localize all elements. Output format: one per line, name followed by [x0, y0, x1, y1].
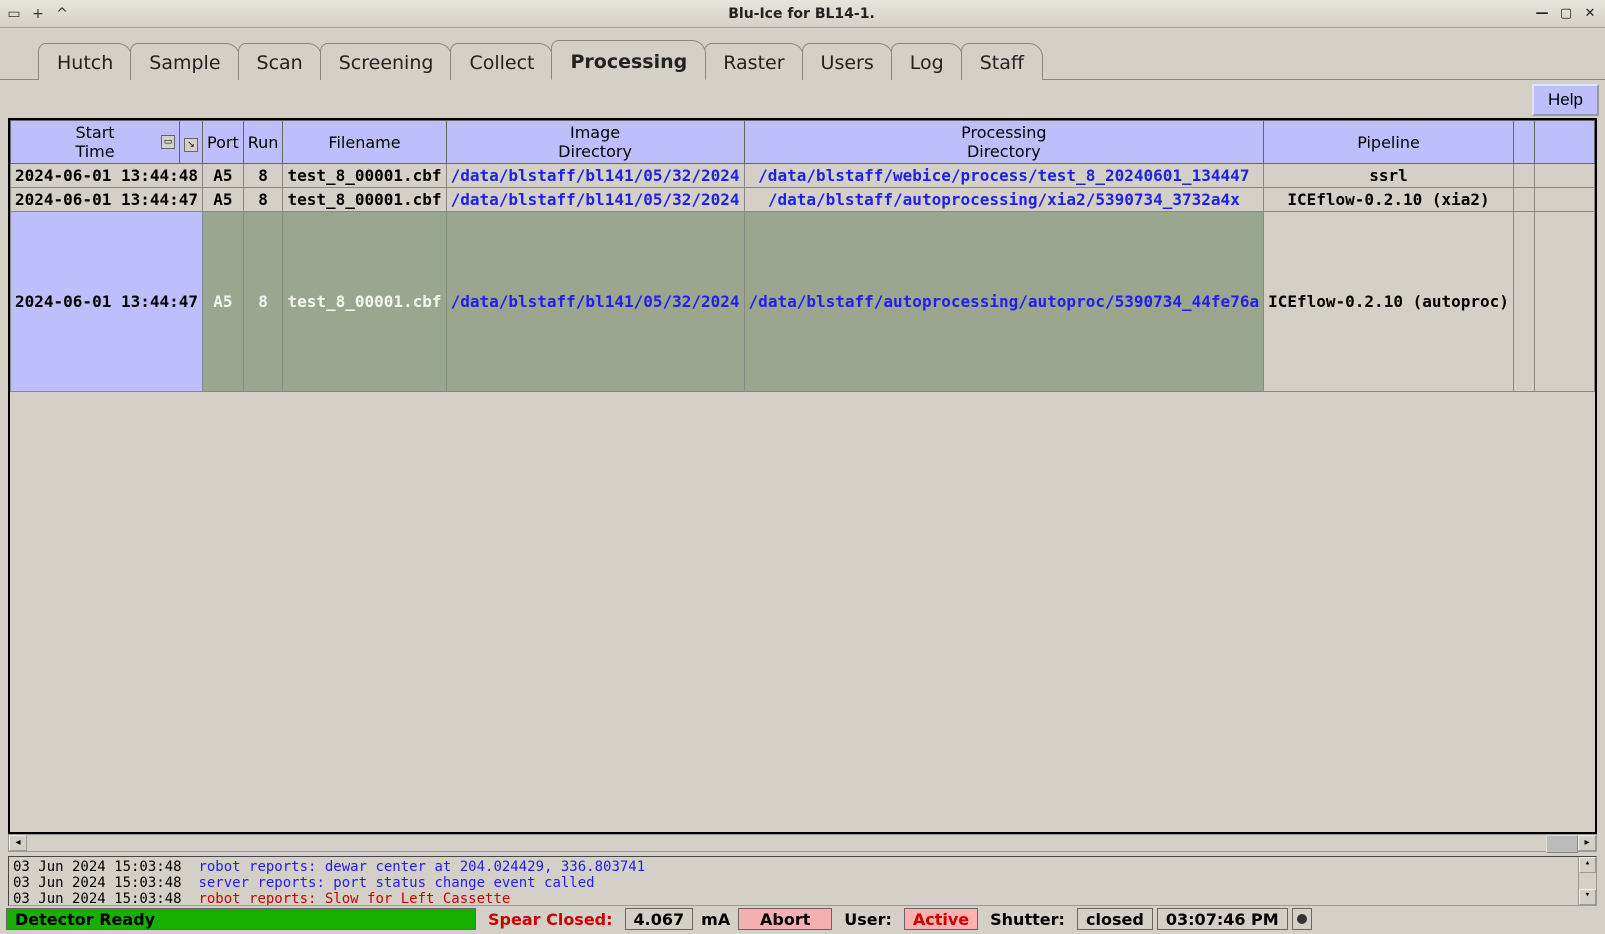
cell-pipeline: ssrl	[1264, 164, 1514, 188]
processing-table-container: Start Time ▭ ↘ Port Run Filename Image D…	[8, 118, 1597, 834]
statusbar: Detector Ready Spear Closed: 4.067 mA Ab…	[0, 908, 1605, 934]
col-pipeline[interactable]: Pipeline	[1264, 121, 1514, 164]
table-row-selected[interactable]: 2024-06-01 13:44:47 A5 8 test_8_00001.cb…	[11, 212, 1595, 392]
cell-port: A5	[203, 164, 244, 188]
tabstrip: Hutch Sample Scan Screening Collect Proc…	[0, 28, 1605, 80]
tab-processing[interactable]: Processing	[551, 40, 706, 80]
maximize-icon[interactable]: ▢	[1557, 6, 1575, 22]
close-icon[interactable]: ✕	[1581, 6, 1599, 22]
table-row[interactable]: 2024-06-01 13:44:47 A5 8 test_8_00001.cb…	[11, 188, 1595, 212]
cell-start: 2024-06-01 13:44:47	[11, 212, 203, 392]
window-title: Blu-Ice for BL14-1.	[70, 6, 1533, 22]
cell-run: 8	[243, 212, 283, 392]
sort-desc-icon[interactable]: ↘	[184, 138, 198, 152]
col-proc-dir[interactable]: Processing Directory	[744, 121, 1264, 164]
tab-users[interactable]: Users	[802, 43, 893, 80]
scroll-up-icon[interactable]: ▴	[1579, 857, 1596, 873]
detector-status: Detector Ready	[6, 908, 476, 930]
log-line: 03 Jun 2024 15:03:48 robot reports: dewa…	[13, 859, 1592, 875]
sort-toggle-icon[interactable]: ▭	[161, 135, 175, 149]
help-button[interactable]: Help	[1532, 84, 1599, 116]
caret-up-icon[interactable]: ^	[54, 6, 70, 22]
shutter-label: Shutter:	[982, 908, 1073, 930]
tab-collect[interactable]: Collect	[450, 43, 553, 80]
cell-port: A5	[203, 212, 244, 392]
cell-filename: test_8_00001.cbf	[283, 212, 446, 392]
cell-extra2	[1535, 188, 1595, 212]
spear-label: Spear Closed:	[480, 908, 621, 930]
col-extra2	[1535, 121, 1595, 164]
col-image-dir[interactable]: Image Directory	[446, 121, 744, 164]
cell-pipeline: ICEflow-0.2.10 (autoproc)	[1264, 212, 1514, 392]
processing-table: Start Time ▭ ↘ Port Run Filename Image D…	[10, 120, 1595, 392]
log-scrollbar[interactable]: ▴ ▾	[1578, 857, 1596, 905]
cell-extra2	[1535, 164, 1595, 188]
cell-run: 8	[243, 188, 283, 212]
spear-unit: mA	[697, 908, 734, 930]
cell-proc-dir[interactable]: /data/blstaff/autoprocessing/xia2/539073…	[744, 188, 1264, 212]
scroll-right-icon[interactable]: ▸	[1578, 835, 1596, 851]
cell-image-dir[interactable]: /data/blstaff/bl141/05/32/2024	[446, 188, 744, 212]
clock: 03:07:46 PM	[1157, 908, 1288, 930]
col-run[interactable]: Run	[243, 121, 283, 164]
tab-hutch[interactable]: Hutch	[38, 43, 132, 80]
log-line: 03 Jun 2024 15:03:48 robot reports: Slow…	[13, 891, 1592, 906]
cell-run: 8	[243, 164, 283, 188]
cell-extra1	[1513, 164, 1534, 188]
log-line: 03 Jun 2024 15:03:48 server reports: por…	[13, 875, 1592, 891]
window-menu-icon[interactable]: ▭	[6, 6, 22, 22]
cell-image-dir[interactable]: /data/blstaff/bl141/05/32/2024	[446, 164, 744, 188]
titlebar: ▭ + ^ Blu-Ice for BL14-1. — ▢ ✕	[0, 0, 1605, 28]
scroll-down-icon[interactable]: ▾	[1579, 889, 1596, 905]
user-label: User:	[836, 908, 900, 930]
shutter-value: closed	[1077, 908, 1153, 930]
cell-pipeline: ICEflow-0.2.10 (xia2)	[1264, 188, 1514, 212]
scroll-thumb[interactable]	[27, 835, 1578, 851]
cell-port: A5	[203, 188, 244, 212]
cell-extra1	[1513, 188, 1534, 212]
user-status[interactable]: Active	[904, 908, 978, 930]
tab-staff[interactable]: Staff	[961, 43, 1043, 80]
cell-start: 2024-06-01 13:44:48	[11, 164, 203, 188]
tab-raster[interactable]: Raster	[704, 43, 803, 80]
cell-proc-dir[interactable]: /data/blstaff/autoprocessing/autoproc/53…	[744, 212, 1264, 392]
log-panel: 03 Jun 2024 15:03:48 robot reports: dewa…	[8, 856, 1597, 906]
abort-button[interactable]: Abort	[738, 908, 832, 930]
col-sort-dir[interactable]: ↘	[180, 121, 203, 164]
cell-extra2	[1535, 212, 1595, 392]
tab-scan[interactable]: Scan	[238, 43, 322, 80]
col-port[interactable]: Port	[203, 121, 244, 164]
scroll-left-icon[interactable]: ◂	[9, 835, 27, 851]
minimize-icon[interactable]: —	[1533, 6, 1551, 22]
cell-filename: test_8_00001.cbf	[283, 188, 446, 212]
col-extra1	[1513, 121, 1534, 164]
cell-filename: test_8_00001.cbf	[283, 164, 446, 188]
table-row[interactable]: 2024-06-01 13:44:48 A5 8 test_8_00001.cb…	[11, 164, 1595, 188]
horizontal-scrollbar[interactable]: ◂ ▸	[8, 834, 1597, 852]
status-indicator-icon	[1292, 908, 1312, 930]
cell-extra1	[1513, 212, 1534, 392]
spear-value: 4.067	[625, 908, 694, 930]
cell-start: 2024-06-01 13:44:47	[11, 188, 203, 212]
toolbar: Help	[0, 80, 1605, 118]
cell-proc-dir[interactable]: /data/blstaff/webice/process/test_8_2024…	[744, 164, 1264, 188]
tab-sample[interactable]: Sample	[130, 43, 239, 80]
cell-image-dir[interactable]: /data/blstaff/bl141/05/32/2024	[446, 212, 744, 392]
col-start-time[interactable]: Start Time ▭	[11, 121, 180, 164]
col-filename[interactable]: Filename	[283, 121, 446, 164]
plus-icon[interactable]: +	[30, 6, 46, 22]
tab-log[interactable]: Log	[891, 43, 963, 80]
tab-screening[interactable]: Screening	[320, 43, 453, 80]
